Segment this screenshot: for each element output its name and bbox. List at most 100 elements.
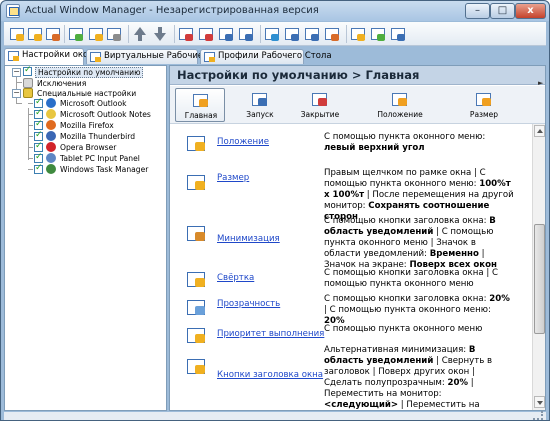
restore-all-icon[interactable] [237,25,255,43]
category-label: Положение [377,110,423,119]
outlook-icon [46,98,56,108]
collapse-toggle[interactable]: − [12,89,21,98]
checkbox[interactable] [34,130,43,141]
feature-description: Правым щелчком по рамке окна | С помощью… [324,168,514,223]
email-icon[interactable] [369,25,387,43]
close-button[interactable]: x [515,3,546,19]
toolbar-separator [174,25,175,43]
feature-link[interactable]: Положение [217,137,269,147]
new-window-icon[interactable] [8,25,26,43]
settings-icon[interactable] [26,25,44,43]
refresh-icon[interactable] [44,25,62,43]
tree-connector [28,114,33,115]
description-text: С помощью кнопки заголовка окна: [324,294,490,304]
checkbox[interactable] [34,119,43,130]
minimize-all-icon[interactable] [217,25,235,43]
category-label: Запуск [246,110,274,119]
toolbar-separator [346,25,347,43]
sort-az-icon[interactable] [177,25,195,43]
title-bar[interactable]: Actual Window Manager - Незарегистрирова… [1,1,549,21]
tree-connector [28,103,33,104]
redo-icon[interactable] [303,25,321,43]
tablet-pc-icon [46,153,56,163]
move-up-icon[interactable] [131,25,149,43]
scroll-down-button[interactable] [534,396,545,408]
feature-link[interactable]: Кнопки заголовка окна [217,370,323,380]
app-icon [6,4,20,18]
description-text: С помощью пункта оконного меню: [324,132,486,142]
tree-connector [28,136,33,137]
firefox-icon [46,120,56,130]
position-feature-icon [187,134,207,152]
collapse-toggle[interactable]: − [12,68,21,77]
options-icon[interactable] [323,25,341,43]
sort-za-icon[interactable] [197,25,215,43]
maximize-button[interactable]: □ [490,3,515,19]
resize-grip[interactable] [533,411,543,420]
size-feature-icon [187,173,207,191]
vertical-scrollbar[interactable] [532,124,545,410]
tab-label: Настройки окон [22,50,94,60]
toolbar-separator [64,25,65,43]
help-icon[interactable] [349,25,367,43]
scroll-up-button[interactable] [534,125,545,137]
category-4[interactable]: Положение [375,88,425,122]
feature-description: С помощью кнопки заголовка окна | С помо… [324,268,514,290]
startup-icon [252,91,268,107]
tree-connector [28,158,33,159]
category-1[interactable]: Главная [175,88,225,122]
copy-icon[interactable] [87,25,105,43]
tree-item-label: Mozilla Firefox [60,121,114,130]
minimize-feature-icon [187,224,207,242]
category-bar: Главная Запуск Закрытие Положение Размер [170,86,545,124]
checkbox[interactable] [23,65,32,76]
feature-link[interactable]: Приоритет выполнения [217,329,324,339]
transparency-feature-icon [187,298,207,316]
checkbox[interactable] [34,97,43,108]
feature-link[interactable]: Свёртка [217,273,254,283]
minimize-button[interactable]: – [465,3,490,19]
tree-item-label: Microsoft Outlook [60,99,127,108]
description-value: левый верхний угол [324,143,425,153]
add-rule-icon[interactable] [67,25,85,43]
feature-description: С помощью кнопки заголовка окна: 20% | С… [324,294,514,327]
scroll-right-icon[interactable]: ► [538,79,544,89]
description-value: 20% [447,378,469,388]
folder-icon [23,88,33,98]
settings-panel: Настройки по умолчанию > Главная Главная… [169,65,546,411]
feature-link[interactable]: Размер [217,173,249,183]
scroll-thumb[interactable] [534,224,545,334]
checkbox[interactable] [34,108,43,119]
category-2[interactable]: Запуск [235,88,285,122]
category-label: Размер [469,110,499,119]
panel-header: Настройки по умолчанию > Главная [170,66,545,85]
tab-2[interactable]: Виртуальные Рабочие Столы [86,49,234,64]
task-manager-icon [46,164,56,174]
checkbox[interactable] [34,152,43,163]
toolbar-separator [128,25,129,43]
paste-icon[interactable] [105,25,123,43]
tree-connector [28,147,33,148]
swap-icon[interactable] [263,25,281,43]
feature-description: С помощью пункта оконного меню: левый ве… [324,132,514,154]
move-down-icon[interactable] [151,25,169,43]
exclusions-icon [23,78,33,88]
tab-1[interactable]: Настройки окон [4,48,94,65]
main-icon [193,92,209,108]
support-icon[interactable] [389,25,407,43]
undo-icon[interactable] [283,25,301,43]
tree-connector [16,82,22,83]
checkbox[interactable] [34,163,43,174]
feature-link[interactable]: Прозрачность [217,299,280,309]
feature-description: С помощью кнопки заголовка окна: В облас… [324,216,514,271]
feature-link[interactable]: Минимизация [217,234,280,244]
description-text: | С помощью пункта оконного меню: [324,305,491,315]
checkbox[interactable] [34,141,43,152]
toolbar [4,22,546,46]
tab-3[interactable]: Профили Рабочего Стола [200,49,332,64]
status-bar [4,412,546,420]
tree-connector [28,108,29,160]
category-label: Закрытие [300,110,340,119]
category-5[interactable]: Размер [459,88,509,122]
category-3[interactable]: Закрытие [295,88,345,122]
